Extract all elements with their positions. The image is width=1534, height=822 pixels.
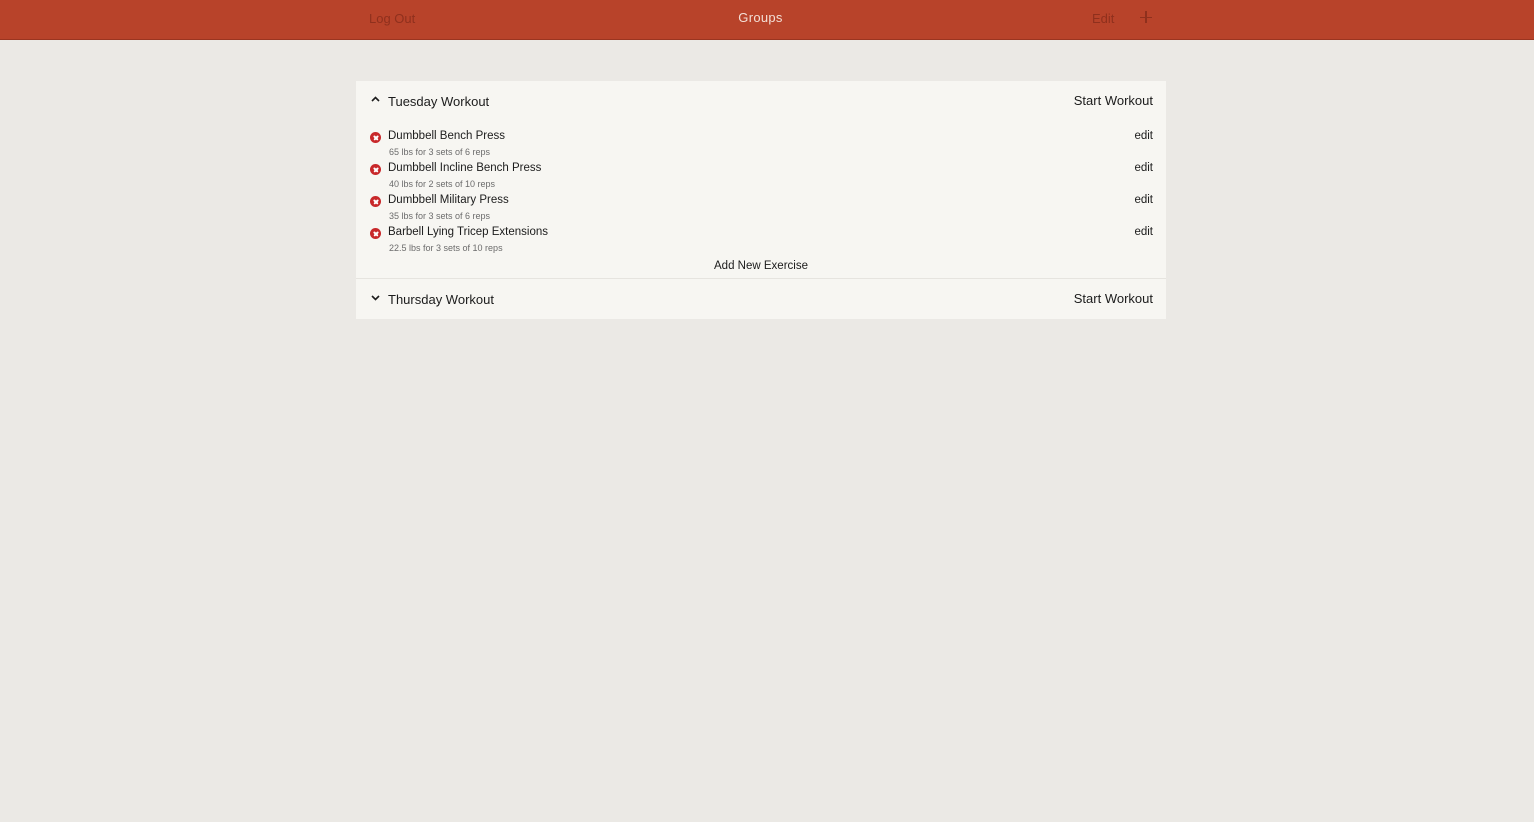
exercise-item: Barbell Lying Tricep Extensions 22.5 lbs…: [356, 226, 1166, 258]
exercise-name: Dumbbell Incline Bench Press: [388, 162, 542, 174]
delete-icon[interactable]: [370, 196, 381, 207]
group-header[interactable]: Tuesday Workout Start Workout: [356, 81, 1166, 121]
group-name: Tuesday Workout: [388, 94, 490, 109]
delete-icon[interactable]: [370, 132, 381, 143]
add-exercise-row: Add New Exercise: [356, 258, 1166, 278]
start-workout-button[interactable]: Start Workout: [1074, 291, 1153, 306]
exercise-detail: 35 lbs for 3 sets of 6 reps: [389, 211, 491, 221]
chevron-down-icon[interactable]: [370, 292, 381, 303]
exercise-detail: 22.5 lbs for 3 sets of 10 reps: [389, 243, 503, 253]
groups-panel: Tuesday Workout Start Workout Dumbbell B…: [356, 81, 1166, 319]
group-thursday-workout: Thursday Workout Start Workout: [356, 279, 1166, 319]
edit-exercise-link[interactable]: edit: [1134, 226, 1153, 238]
exercise-list: Dumbbell Bench Press 65 lbs for 3 sets o…: [356, 121, 1166, 278]
chevron-up-icon[interactable]: [370, 94, 381, 105]
edit-exercise-link[interactable]: edit: [1134, 194, 1153, 206]
exercise-detail: 65 lbs for 3 sets of 6 reps: [389, 147, 491, 157]
exercise-item: Dumbbell Incline Bench Press 40 lbs for …: [356, 162, 1166, 194]
top-navigation-bar: Log Out Groups Edit: [0, 0, 1534, 40]
group-name: Thursday Workout: [388, 292, 494, 307]
exercise-item: Dumbbell Bench Press 65 lbs for 3 sets o…: [356, 130, 1166, 162]
exercise-name: Dumbbell Bench Press: [388, 130, 505, 142]
delete-icon[interactable]: [370, 164, 381, 175]
edit-exercise-link[interactable]: edit: [1134, 162, 1153, 174]
exercise-item: Dumbbell Military Press 35 lbs for 3 set…: [356, 194, 1166, 226]
exercise-detail: 40 lbs for 2 sets of 10 reps: [389, 179, 496, 189]
add-new-exercise-button[interactable]: Add New Exercise: [714, 260, 808, 272]
edit-exercise-link[interactable]: edit: [1134, 130, 1153, 142]
group-tuesday-workout: Tuesday Workout Start Workout Dumbbell B…: [356, 81, 1166, 278]
exercise-name: Dumbbell Military Press: [388, 194, 509, 206]
plus-icon[interactable]: [1138, 9, 1154, 25]
group-header[interactable]: Thursday Workout Start Workout: [356, 279, 1166, 319]
start-workout-button[interactable]: Start Workout: [1074, 93, 1153, 108]
page-title: Groups: [738, 10, 783, 25]
delete-icon[interactable]: [370, 228, 381, 239]
exercise-name: Barbell Lying Tricep Extensions: [388, 226, 549, 238]
edit-button[interactable]: Edit: [1092, 11, 1114, 26]
